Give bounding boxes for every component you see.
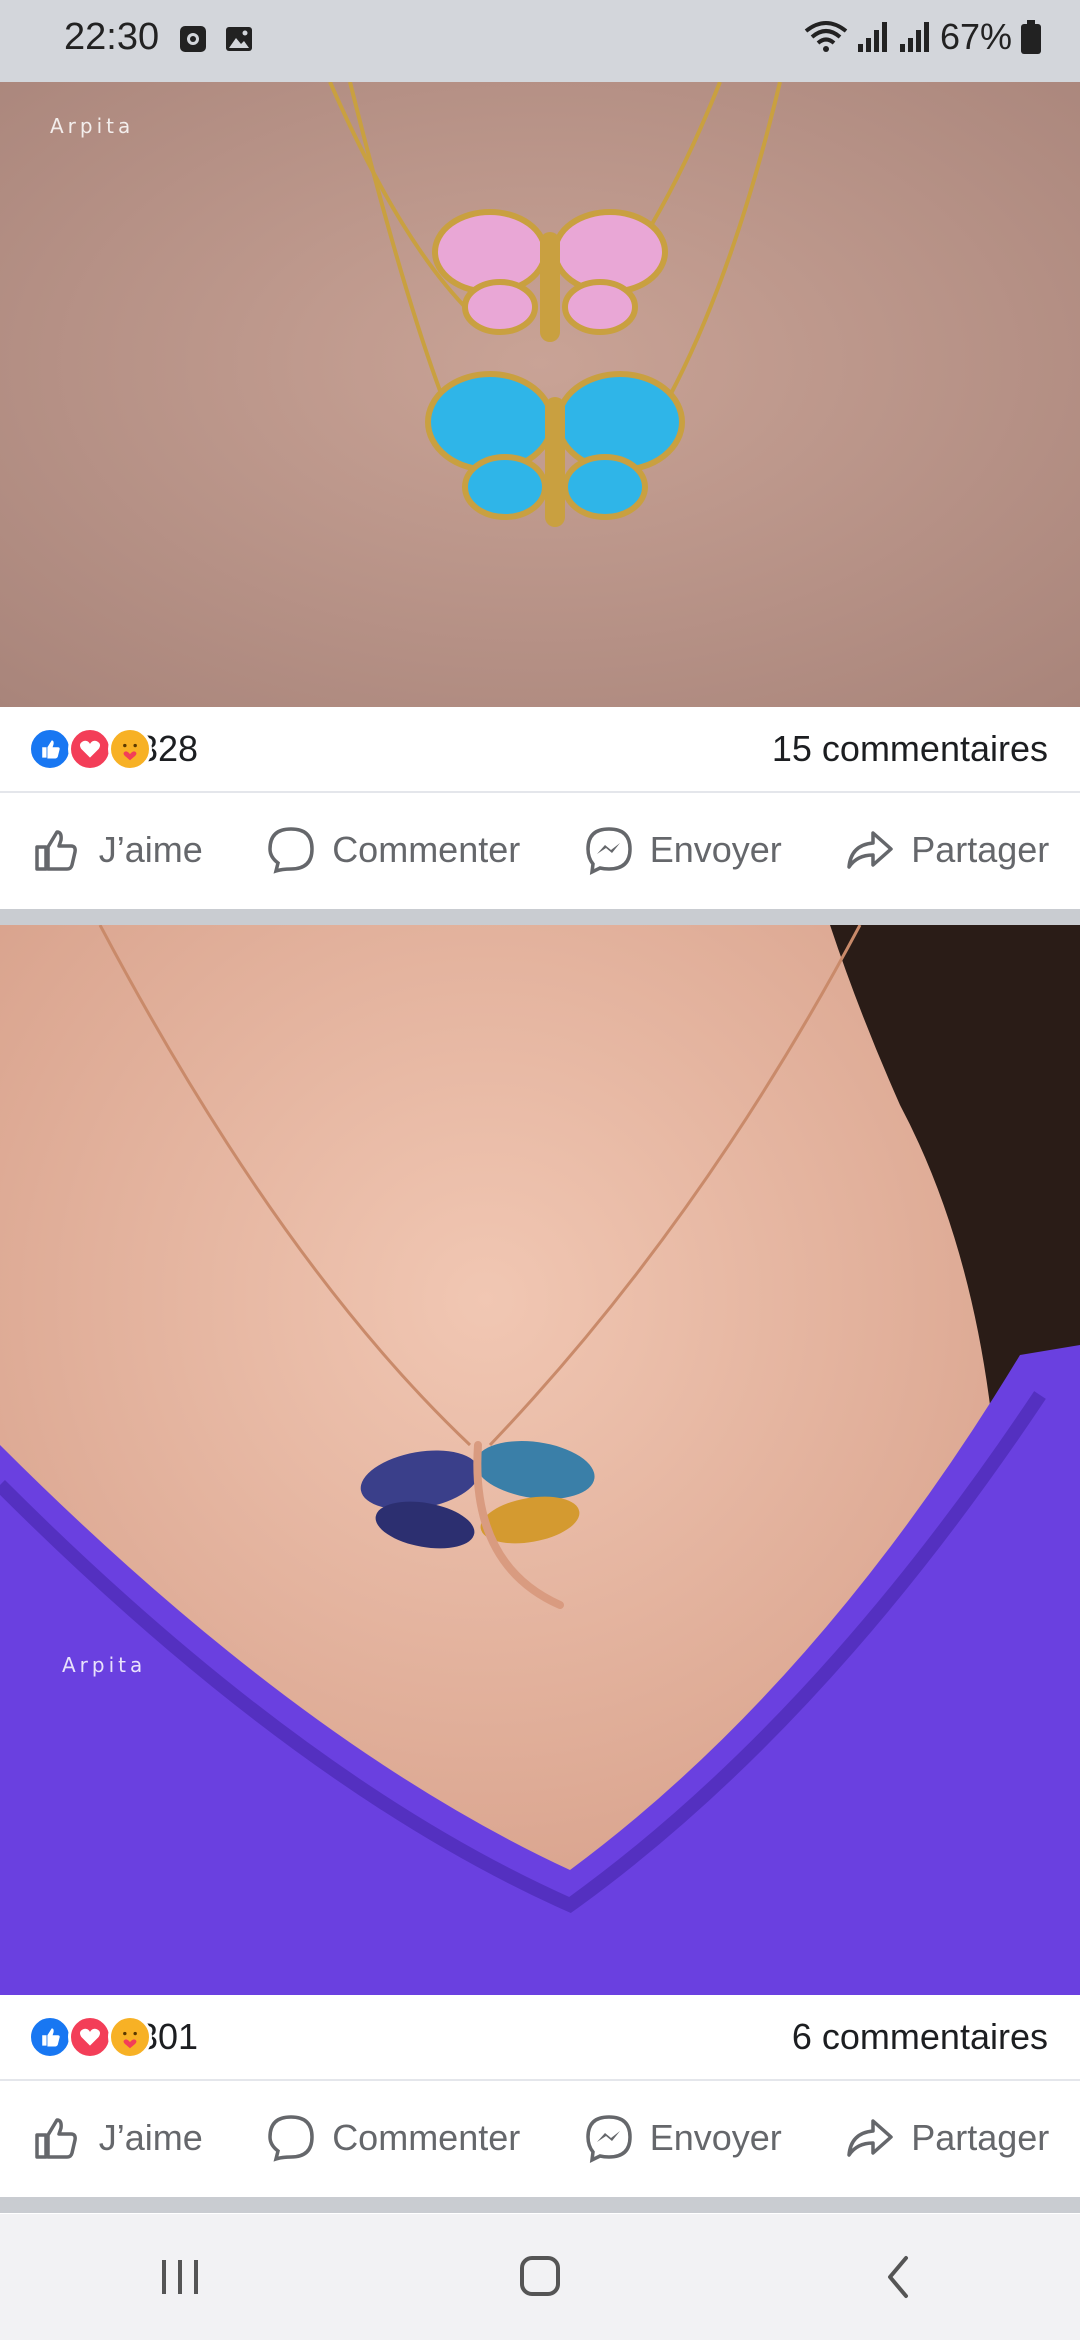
battery-icon bbox=[1021, 20, 1041, 54]
wifi-icon bbox=[804, 21, 848, 52]
share-label: Partager bbox=[911, 829, 1050, 870]
watermark: Arpita bbox=[62, 1653, 147, 1677]
like-label: J’aime bbox=[98, 829, 203, 870]
share-label: Partager bbox=[911, 2117, 1050, 2158]
status-bar: 22:30 67% bbox=[0, 0, 1080, 82]
share-arrow-icon bbox=[847, 2119, 893, 2157]
messenger-icon bbox=[585, 2115, 632, 2164]
love-reaction-icon bbox=[68, 2015, 112, 2059]
love-reaction-icon bbox=[68, 727, 112, 771]
post-separator bbox=[0, 2197, 1080, 2213]
thumbs-up-icon bbox=[34, 2118, 77, 2159]
image-icon bbox=[226, 27, 252, 51]
reaction-count: 328 bbox=[138, 728, 199, 769]
comment-button[interactable]: Commenter bbox=[264, 823, 520, 877]
reaction-icons[interactable] bbox=[28, 2011, 158, 2063]
like-reaction-icon bbox=[28, 727, 72, 771]
send-label: Envoyer bbox=[649, 2117, 782, 2158]
comment-bubble-icon bbox=[268, 2115, 314, 2162]
like-reaction-icon bbox=[28, 2015, 72, 2059]
comment-label: Commenter bbox=[332, 829, 521, 870]
comment-label: Commenter bbox=[332, 2117, 521, 2158]
home-button[interactable] bbox=[480, 2237, 600, 2317]
thumbs-up-icon bbox=[34, 830, 77, 871]
reactions-row[interactable]: 301 6 commentaires bbox=[0, 1995, 1080, 2081]
like-label: J’aime bbox=[98, 2117, 203, 2158]
back-button[interactable] bbox=[840, 2237, 960, 2317]
recent-apps-icon bbox=[162, 2260, 198, 2294]
screen-record-icon bbox=[180, 26, 206, 52]
post-actions: J’aime Commenter Envoyer Partager bbox=[0, 795, 1080, 905]
comments-link[interactable]: 15 commentaires bbox=[772, 728, 1048, 770]
post-separator bbox=[0, 909, 1080, 925]
battery-level: 67% bbox=[939, 16, 1012, 57]
back-chevron-icon bbox=[888, 2256, 908, 2298]
send-button[interactable]: Envoyer bbox=[582, 823, 782, 877]
signal-icon bbox=[857, 22, 887, 52]
comments-link[interactable]: 6 commentaires bbox=[792, 2016, 1048, 2058]
watermark: Arpita bbox=[50, 114, 135, 138]
post-image-butterfly-necklace[interactable]: Arpita bbox=[0, 82, 1080, 707]
like-button[interactable]: J’aime bbox=[31, 823, 203, 877]
recent-apps-button[interactable] bbox=[120, 2237, 240, 2317]
post-actions: J’aime Commenter Envoyer Partager bbox=[0, 2083, 1080, 2193]
signal-icon bbox=[899, 22, 929, 52]
share-button[interactable]: Partager bbox=[843, 823, 1049, 877]
messenger-icon bbox=[585, 827, 632, 876]
status-right: 67% bbox=[804, 16, 1042, 58]
share-button[interactable]: Partager bbox=[843, 2111, 1049, 2165]
navigation-bar bbox=[0, 2214, 1080, 2340]
post-image-dragonfly-necklace[interactable]: Arpita bbox=[0, 925, 1080, 1995]
reaction-count: 301 bbox=[138, 2016, 199, 2057]
care-reaction-icon bbox=[108, 2015, 152, 2059]
share-arrow-icon bbox=[847, 831, 893, 869]
comment-button[interactable]: Commenter bbox=[264, 2111, 520, 2165]
home-icon bbox=[520, 2256, 560, 2296]
reactions-row[interactable]: 328 15 commentaires bbox=[0, 707, 1080, 793]
care-reaction-icon bbox=[108, 727, 152, 771]
send-button[interactable]: Envoyer bbox=[582, 2111, 782, 2165]
like-button[interactable]: J’aime bbox=[31, 2111, 203, 2165]
status-time: 22:30 bbox=[64, 16, 160, 58]
send-label: Envoyer bbox=[649, 829, 782, 870]
comment-bubble-icon bbox=[268, 827, 314, 874]
reaction-icons[interactable] bbox=[28, 723, 158, 775]
